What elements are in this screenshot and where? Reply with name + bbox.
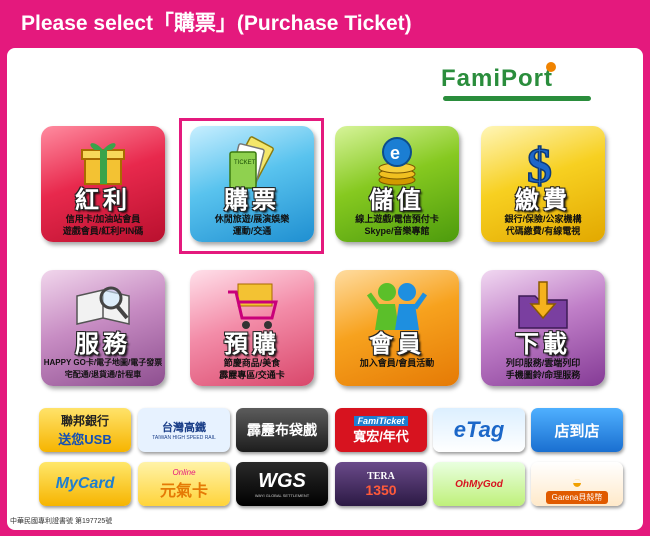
partner-line1: FamiTicket: [353, 415, 409, 426]
partner-line2: 元氣卡: [159, 482, 208, 500]
partner-thsr[interactable]: 台灣高鐵 TAIWAN HIGH SPEED RAIL: [138, 408, 230, 452]
partner-line1: 店到店: [554, 422, 600, 440]
partner-line2: WAYI GLOBAL SETTLEMENT: [254, 493, 310, 498]
tile-pre-order[interactable]: 預購 節慶商品/美食 霹靂專區/交通卡: [190, 270, 314, 386]
tile-members[interactable]: 會員 加入會員/會員活動: [335, 270, 459, 386]
tile-description: 銀行/保險/公家機構 代碼繳費/有線電視: [504, 214, 582, 236]
partner-wgs[interactable]: WGS WAYI GLOBAL SETTLEMENT: [236, 462, 328, 506]
main-panel: FamiPort 紅利 信用卡/加油站會員 遊戲會員/紅利PIN碼 TICKET: [7, 48, 643, 530]
tile-services[interactable]: 服務 HAPPY GO卡/電子地圖/電子發票 宅配通/退貨通/計程車: [41, 270, 165, 386]
tile-purchase-ticket[interactable]: TICKET 購票 休閒旅遊/展演娛樂 運動/交通: [190, 126, 314, 242]
partner-line2: 送您USB: [58, 432, 112, 447]
tile-top-up[interactable]: e 儲值 線上遊戲/電信預付卡 Skype/音樂專館: [335, 126, 459, 242]
tile-title: 下載: [515, 331, 571, 358]
tile-description: 加入會員/會員活動: [359, 358, 435, 368]
partner-line2: 1350: [365, 481, 397, 498]
partner-line1: TERA: [367, 470, 395, 482]
tile-description: 線上遊戲/電信預付卡 Skype/音樂專館: [355, 214, 439, 236]
partner-line2: 寬宏/年代: [353, 428, 409, 444]
partner-line1: OhMyGod: [455, 478, 503, 490]
tile-description: 休閒旅遊/展演娛樂 運動/交通: [214, 214, 290, 236]
tile-title: 購票: [224, 187, 280, 214]
partner-line1: MyCard: [55, 475, 115, 492]
partner-line2: Garena貝殼幣: [545, 491, 609, 504]
tile-bonus[interactable]: 紅利 信用卡/加油站會員 遊戲會員/紅利PIN碼: [41, 126, 165, 242]
tile-description: 節慶商品/美食 霹靂專區/交通卡: [219, 358, 285, 380]
partner-garena-shells[interactable]: ◒ Garena貝殼幣: [531, 462, 623, 506]
tile-title: 儲值: [369, 187, 425, 214]
tile-title: 預購: [224, 331, 280, 358]
shell-icon: ◒: [571, 472, 583, 492]
partner-famiticket[interactable]: FamiTicket 寬宏/年代: [335, 408, 427, 452]
partner-line1: 霹靂布袋戲: [247, 422, 317, 438]
tile-bill-payment[interactable]: $ 繳費 銀行/保險/公家機構 代碼繳費/有線電視: [481, 126, 605, 242]
partner-line1: 台灣高鐵: [162, 422, 206, 434]
tile-title: 繳費: [515, 187, 571, 214]
svg-text:e: e: [390, 143, 400, 163]
tile-description: 列印服務/雲端列印 手機圖鈴/命理服務: [505, 358, 581, 380]
partner-line1: eTag: [453, 417, 505, 442]
partner-etag[interactable]: eTag: [433, 408, 525, 452]
partner-tera-card[interactable]: TERA 1350: [335, 462, 427, 506]
partner-union-bank-usb[interactable]: 聯邦銀行 送您USB: [39, 408, 131, 452]
tile-description: HAPPY GO卡/電子地圖/電子發票 宅配通/退貨通/計程車: [43, 358, 163, 379]
tile-download[interactable]: 下載 列印服務/雲端列印 手機圖鈴/命理服務: [481, 270, 605, 386]
partner-line1: 聯邦銀行: [60, 414, 109, 428]
tile-title: 服務: [75, 331, 131, 358]
partner-line2: TAIWAN HIGH SPEED RAIL: [152, 435, 216, 441]
logo-underline: [443, 96, 591, 101]
partner-mycard[interactable]: MyCard: [39, 462, 131, 506]
partner-pili-puppetry[interactable]: 霹靂布袋戲: [236, 408, 328, 452]
tile-title: 會員: [369, 331, 425, 358]
partner-line1: WGS: [258, 470, 306, 492]
logo-dot: [546, 62, 556, 72]
patent-footer: 中華民國專利證書號 第197725號: [10, 518, 113, 525]
partner-ohmygod[interactable]: OhMyGod: [433, 462, 525, 506]
partner-line1: Online: [172, 467, 196, 477]
partner-online-genki-card[interactable]: Online 元氣卡: [138, 462, 230, 506]
tile-description: 信用卡/加油站會員 遊戲會員/紅利PIN碼: [62, 214, 144, 236]
instruction-bar: Please select「購票」(Purchase Ticket): [21, 12, 412, 35]
svg-text:TICKET: TICKET: [234, 160, 256, 166]
tile-title: 紅利: [75, 187, 131, 214]
partner-store-to-store[interactable]: 店到店: [531, 408, 623, 452]
logo-text: FamiPort: [441, 65, 554, 92]
famiport-logo: FamiPort: [441, 62, 591, 101]
